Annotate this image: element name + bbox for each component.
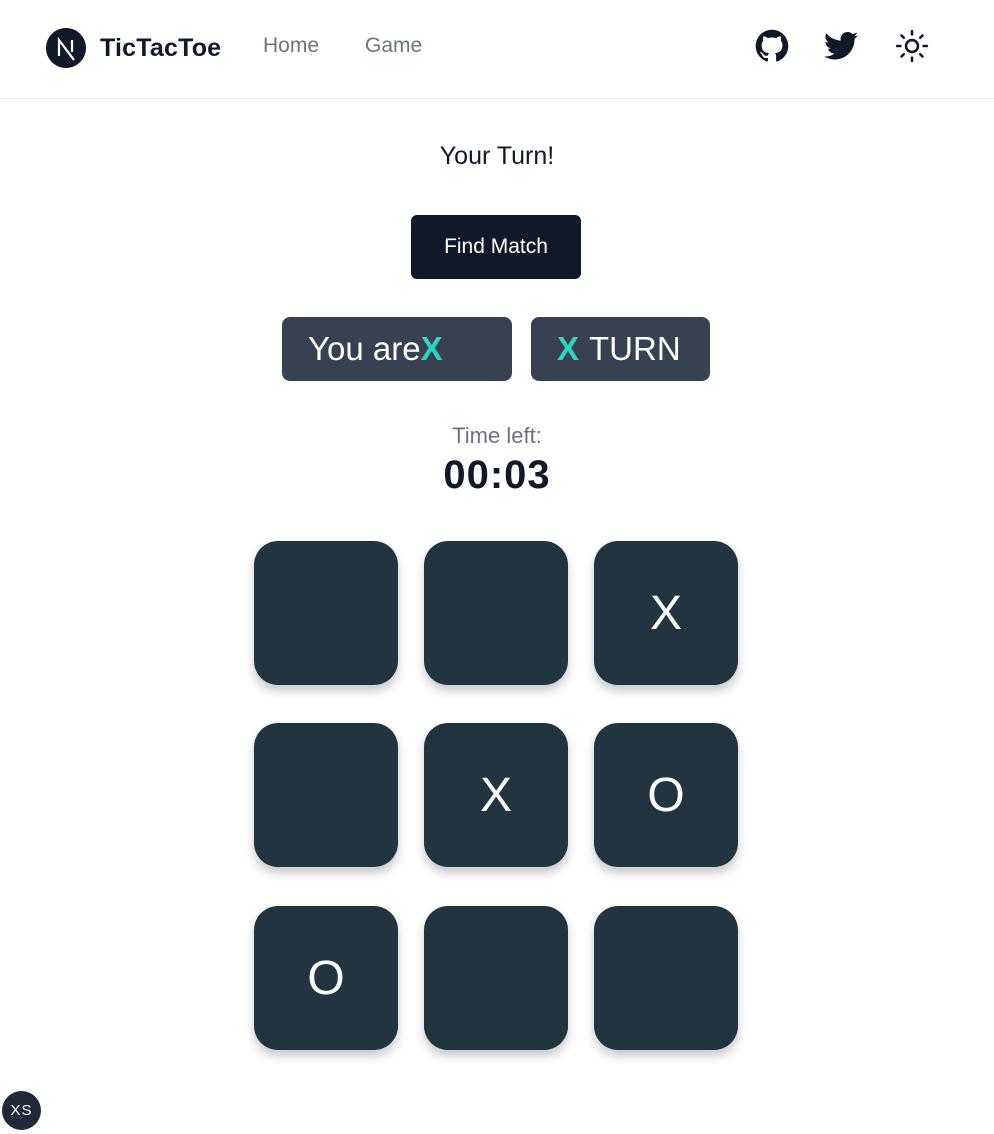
time-left-value: 00:03	[443, 453, 551, 497]
navbar: TicTacToe Home Game	[0, 0, 994, 99]
sun-icon[interactable]	[894, 28, 930, 64]
you-are-label: You are	[308, 330, 421, 367]
board-cell[interactable]: O	[254, 906, 398, 1050]
board-cell[interactable]	[424, 541, 568, 685]
nav-link-game[interactable]: Game	[365, 34, 422, 58]
board-cell[interactable]	[254, 541, 398, 685]
player-symbol: X	[420, 330, 443, 367]
turn-status: Your Turn!	[439, 142, 555, 170]
breakpoint-badge: XS	[2, 1091, 41, 1130]
nextjs-logo-icon	[46, 28, 86, 68]
board-cell[interactable]: X	[594, 541, 738, 685]
nav-link-home[interactable]: Home	[263, 34, 319, 58]
current-turn-chip: X TURN	[531, 317, 710, 381]
board-cell[interactable]: O	[594, 723, 738, 867]
board-cell[interactable]	[254, 723, 398, 867]
twitter-icon[interactable]	[823, 28, 859, 64]
board-cell[interactable]	[594, 906, 738, 1050]
board-cell[interactable]: X	[424, 723, 568, 867]
github-icon[interactable]	[754, 28, 790, 64]
brand[interactable]: TicTacToe	[46, 28, 221, 68]
brand-name: TicTacToe	[100, 33, 222, 62]
turn-label: TURN	[589, 330, 681, 367]
time-left-label: Time left:	[452, 423, 542, 448]
player-symbol-chip: You are X	[282, 317, 512, 381]
find-match-button[interactable]: Find Match	[411, 215, 581, 279]
board-cell[interactable]	[424, 906, 568, 1050]
turn-symbol: X	[557, 330, 580, 367]
